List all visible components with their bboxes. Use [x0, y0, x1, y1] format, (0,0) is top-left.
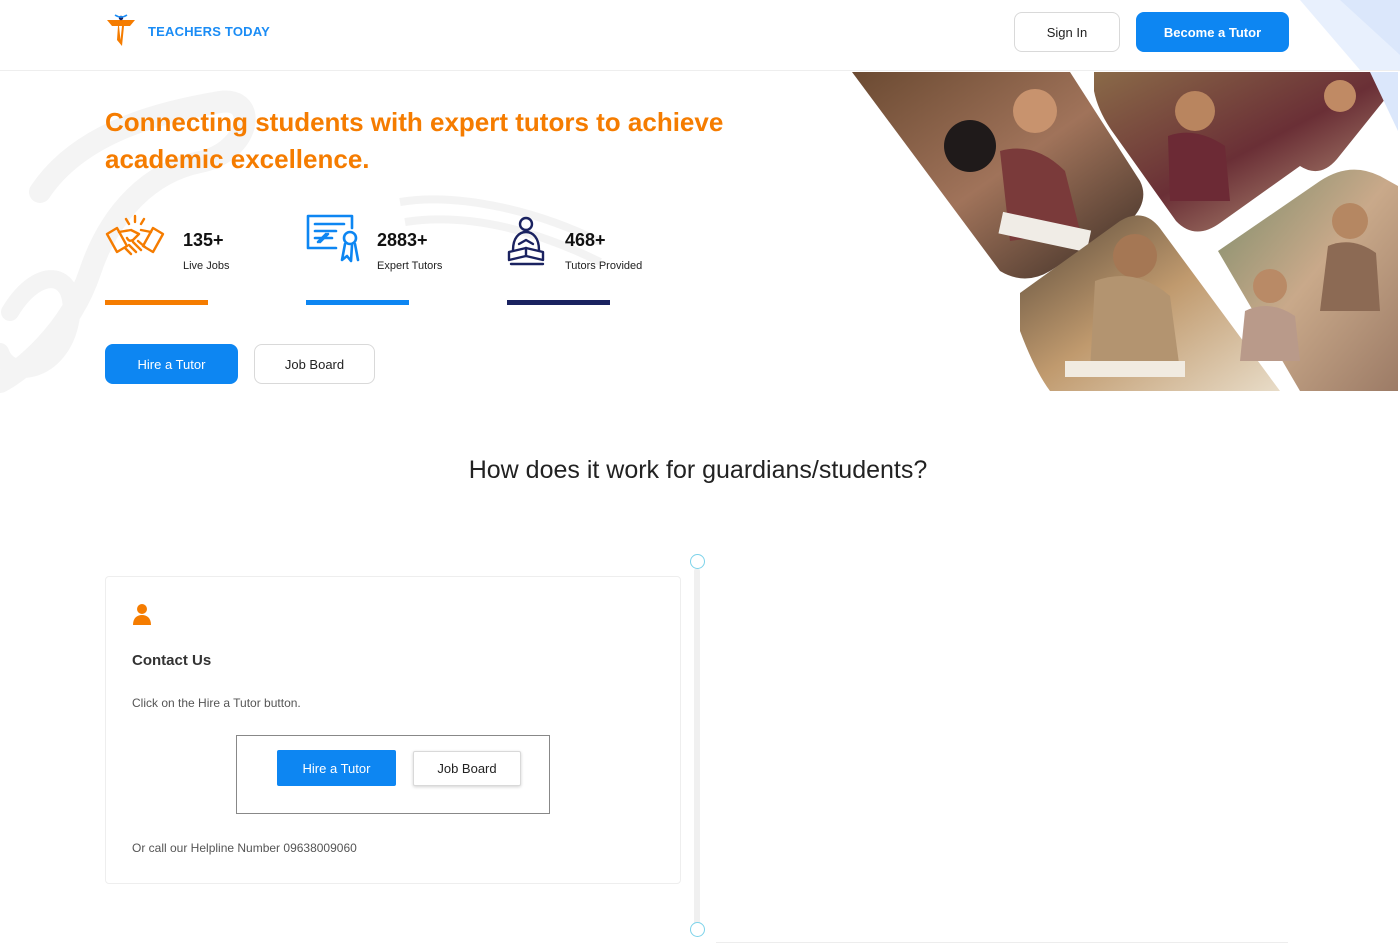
stat-tutors-provided: 468+ Tutors Provided	[507, 214, 667, 306]
header-corner-decoration	[1300, 0, 1400, 70]
stat-label: Expert Tutors	[377, 260, 443, 272]
timeline-dot-bottom	[690, 922, 705, 937]
certificate-icon	[306, 214, 360, 263]
preview-hire-tutor-button: Hire a Tutor	[277, 750, 396, 786]
reader-icon	[507, 216, 545, 266]
divider	[716, 942, 1288, 943]
helpline-text: Or call our Helpline Number 09638009060	[132, 841, 357, 855]
stat-underline	[306, 300, 409, 305]
hero-photo-collage	[852, 72, 1398, 391]
stat-label: Tutors Provided	[565, 260, 643, 272]
stat-expert-tutors: 2883+ Expert Tutors	[306, 214, 466, 306]
person-icon	[133, 604, 151, 625]
handshake-icon	[105, 214, 165, 256]
stat-value: 2883+	[377, 230, 428, 250]
timeline-dot-top	[690, 554, 705, 569]
brand-name: TEACHERS TODAY	[148, 23, 270, 39]
card-description: Click on the Hire a Tutor button.	[132, 696, 301, 710]
top-navbar: TEACHERS TODAY Sign In Become a Tutor	[0, 0, 1400, 71]
brand-logo[interactable]: TEACHERS TODAY	[104, 14, 270, 48]
stat-value: 468+	[565, 230, 606, 250]
buttons-preview-image: Hire a Tutor Job Board	[236, 735, 550, 814]
stat-value: 135+	[183, 230, 224, 250]
stat-underline	[105, 300, 208, 305]
hire-tutor-button[interactable]: Hire a Tutor	[105, 344, 238, 384]
teachers-today-logo-icon	[107, 14, 135, 46]
how-it-works-heading: How does it work for guardians/students?	[468, 456, 928, 484]
job-board-button[interactable]: Job Board	[254, 344, 375, 384]
stat-underline	[507, 300, 610, 305]
step-card-contact-us: Contact Us Click on the Hire a Tutor but…	[105, 576, 681, 884]
preview-job-board-button: Job Board	[413, 751, 521, 786]
hero-headline: Connecting students with expert tutors t…	[105, 107, 724, 174]
card-title: Contact Us	[132, 652, 212, 669]
sign-in-button[interactable]: Sign In	[1014, 12, 1120, 52]
timeline-track	[694, 568, 700, 930]
stat-live-jobs: 135+ Live Jobs	[105, 214, 265, 306]
stat-label: Live Jobs	[183, 260, 230, 272]
